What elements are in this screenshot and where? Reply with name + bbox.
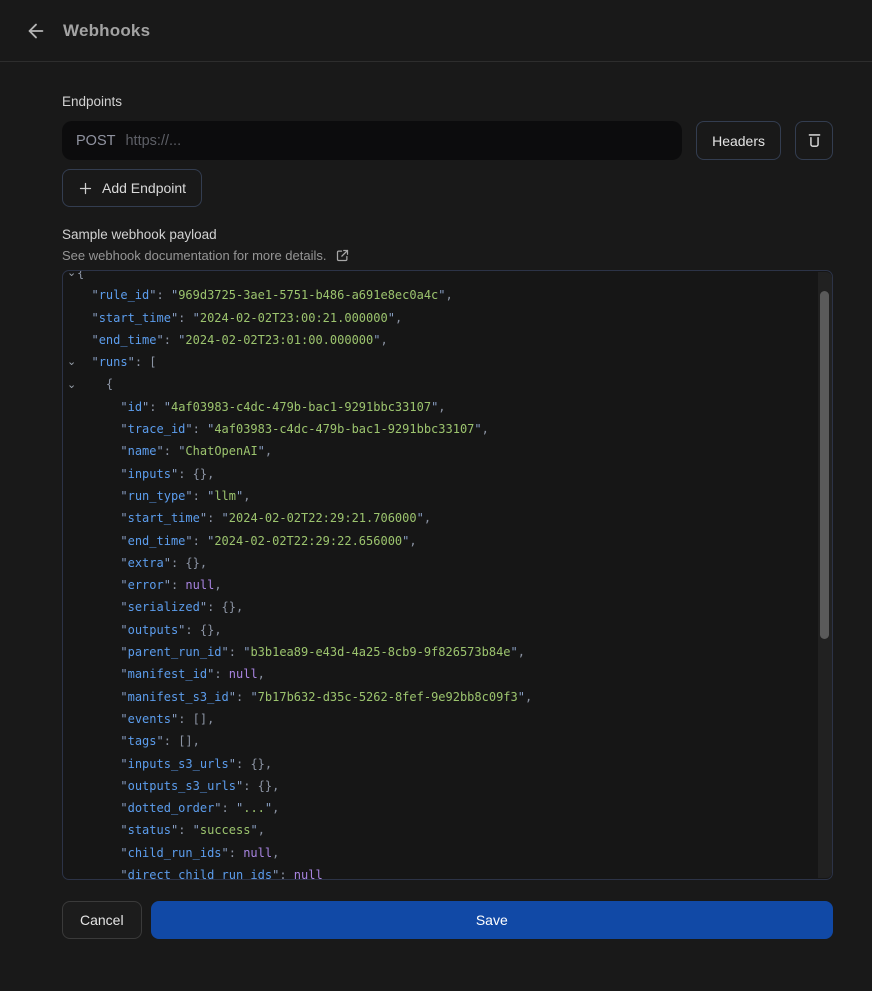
code-line: "start_time": "2024-02-02T22:29:21.70600… [77, 507, 832, 529]
code-line: "events": [], [77, 708, 832, 730]
code-viewport: ⌄{ "rule_id": "969d3725-3ae1-5751-b486-a… [63, 271, 832, 879]
webhooks-panel: Webhooks Endpoints POST Headers Add Endp… [0, 0, 872, 939]
headers-button[interactable]: Headers [696, 121, 781, 160]
endpoint-url-box[interactable]: POST [62, 121, 682, 160]
endpoint-url-input[interactable] [125, 133, 668, 149]
code-line: "name": "ChatOpenAI", [77, 440, 832, 462]
header: Webhooks [0, 0, 872, 62]
code-editor[interactable]: ⌄{ "rule_id": "969d3725-3ae1-5751-b486-a… [62, 270, 833, 880]
code-line: "outputs_s3_urls": {}, [77, 775, 832, 797]
add-endpoint-label: Add Endpoint [102, 180, 186, 196]
page-title: Webhooks [63, 21, 150, 41]
code-line: "outputs": {}, [77, 619, 832, 641]
trash-icon [805, 131, 824, 150]
scrollbar-thumb[interactable] [820, 291, 829, 639]
endpoint-row: POST Headers [62, 121, 833, 160]
delete-endpoint-button[interactable] [795, 121, 833, 160]
code-line: "direct_child_run_ids": null [77, 864, 832, 879]
code-line: "child_run_ids": null, [77, 842, 832, 864]
arrow-left-icon [25, 20, 47, 42]
content: Endpoints POST Headers Add Endpoint Samp… [0, 62, 872, 939]
code-line: "manifest_id": null, [77, 663, 832, 685]
code-line: "manifest_s3_id": "7b17b632-d35c-5262-8f… [77, 686, 832, 708]
code-line: "id": "4af03983-c4dc-479b-bac1-9291bbc33… [77, 396, 832, 418]
code-line: ⌄{ [77, 271, 832, 284]
code-line: "status": "success", [77, 819, 832, 841]
code-line: "trace_id": "4af03983-c4dc-479b-bac1-929… [77, 418, 832, 440]
back-button[interactable] [24, 19, 48, 43]
code-line: "end_time": "2024-02-02T22:29:22.656000"… [77, 530, 832, 552]
fold-toggle-icon[interactable]: ⌄ [67, 379, 76, 390]
cancel-button[interactable]: Cancel [62, 901, 142, 939]
code-line: "tags": [], [77, 730, 832, 752]
doc-link-text: See webhook documentation for more detai… [62, 248, 327, 263]
code-line: "inputs": {}, [77, 463, 832, 485]
code-line: ⌄ "runs": [ [77, 351, 832, 373]
code-line: "parent_run_id": "b3b1ea89-e43d-4a25-8cb… [77, 641, 832, 663]
code-line: "dotted_order": "...", [77, 797, 832, 819]
endpoints-label: Endpoints [62, 94, 833, 109]
code-line: ⌄ { [77, 373, 832, 395]
code-content: ⌄{ "rule_id": "969d3725-3ae1-5751-b486-a… [63, 271, 832, 879]
fold-toggle-icon[interactable]: ⌄ [67, 271, 76, 278]
code-line: "rule_id": "969d3725-3ae1-5751-b486-a691… [77, 284, 832, 306]
code-line: "serialized": {}, [77, 596, 832, 618]
plus-icon [78, 181, 93, 196]
code-line: "run_type": "llm", [77, 485, 832, 507]
payload-title: Sample webhook payload [62, 227, 833, 242]
editor-scrollbar[interactable] [818, 272, 832, 878]
external-link-icon [335, 248, 350, 263]
code-line: "error": null, [77, 574, 832, 596]
save-button[interactable]: Save [151, 901, 833, 939]
code-line: "extra": {}, [77, 552, 832, 574]
code-line: "inputs_s3_urls": {}, [77, 753, 832, 775]
add-endpoint-button[interactable]: Add Endpoint [62, 169, 202, 207]
footer-actions: Cancel Save [62, 901, 833, 939]
doc-link[interactable]: See webhook documentation for more detai… [62, 248, 350, 263]
code-line: "end_time": "2024-02-02T23:01:00.000000"… [77, 329, 832, 351]
code-line: "start_time": "2024-02-02T23:00:21.00000… [77, 307, 832, 329]
fold-toggle-icon[interactable]: ⌄ [67, 356, 76, 367]
http-method-label: POST [76, 133, 115, 149]
